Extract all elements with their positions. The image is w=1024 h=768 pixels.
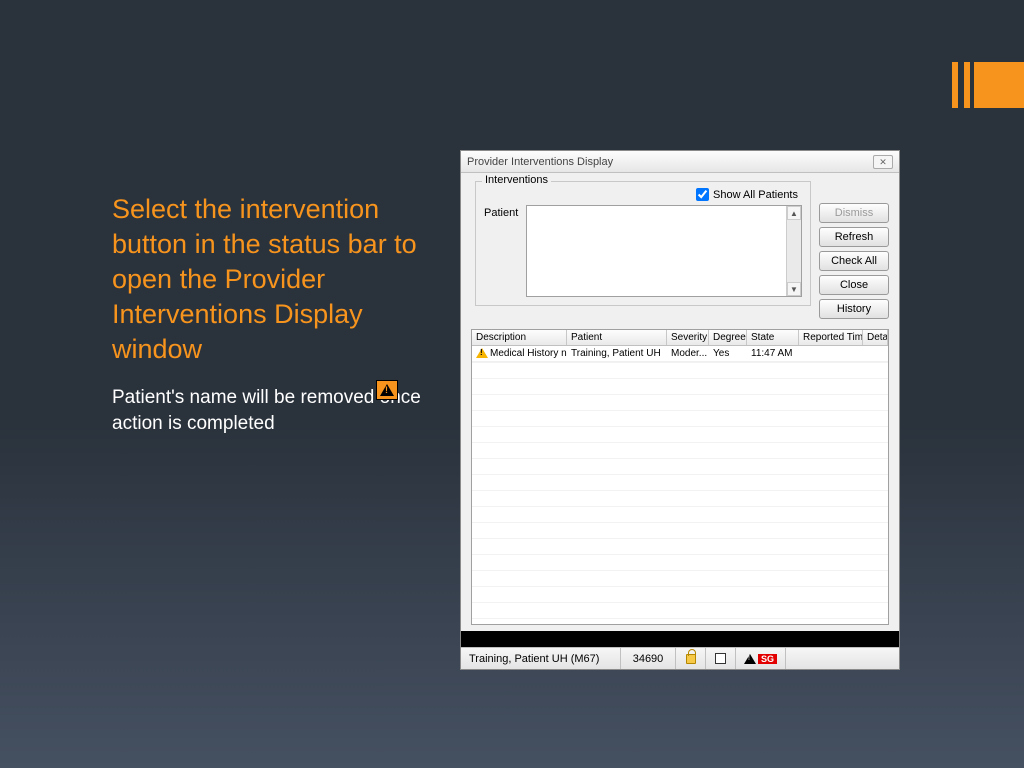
col-state[interactable]: State: [747, 330, 799, 345]
status-intervention[interactable]: SG: [736, 648, 786, 669]
alert-icon: [744, 654, 756, 664]
col-reported-time[interactable]: Reported Time: [799, 330, 863, 345]
col-severity[interactable]: Severity: [667, 330, 709, 345]
cell-severity: Moder...: [667, 346, 709, 361]
dismiss-button[interactable]: Dismiss: [819, 203, 889, 223]
button-column: Dismiss Refresh Check All Close History: [819, 181, 889, 319]
show-all-patients-label: Show All Patients: [713, 189, 798, 201]
table-row[interactable]: Medical History nee... Training, Patient…: [472, 346, 888, 362]
grid-header: Description Patient Severity Degree Stat…: [472, 330, 888, 346]
check-all-button[interactable]: Check All: [819, 251, 889, 271]
cell-patient: Training, Patient UH: [567, 346, 667, 361]
status-bar: Training, Patient UH (M67) 34690 SG: [461, 647, 899, 669]
scrollbar[interactable]: ▲ ▼: [786, 206, 801, 296]
show-all-patients-checkbox[interactable]: [696, 188, 709, 201]
col-degree[interactable]: Degree: [709, 330, 747, 345]
col-description[interactable]: Description: [472, 330, 567, 345]
status-lock: [676, 648, 706, 669]
refresh-button[interactable]: Refresh: [819, 227, 889, 247]
intervention-button-icon: [376, 380, 398, 400]
patient-label: Patient: [484, 205, 518, 219]
scroll-up-icon[interactable]: ▲: [787, 206, 801, 220]
cell-degree: Yes: [709, 346, 747, 361]
grid-body: Medical History nee... Training, Patient…: [472, 346, 888, 624]
col-details[interactable]: Details: [863, 330, 888, 345]
status-divider: [461, 631, 899, 647]
status-checkbox-cell: [706, 648, 736, 669]
interventions-fieldset: Interventions Show All Patients Patient …: [475, 181, 811, 306]
close-icon[interactable]: ✕: [873, 155, 893, 169]
warning-icon: [476, 348, 488, 359]
cell-description: Medical History nee...: [490, 348, 567, 359]
sg-badge: SG: [758, 654, 777, 664]
close-button[interactable]: Close: [819, 275, 889, 295]
cell-reported-time: [799, 346, 863, 361]
cell-state: 11:47 AM: [747, 346, 799, 361]
provider-interventions-dialog: Provider Interventions Display ✕ Interve…: [460, 150, 900, 670]
checkbox-icon[interactable]: [715, 653, 726, 664]
slide-heading: Select the intervention button in the st…: [112, 192, 432, 367]
lock-icon: [686, 654, 696, 664]
dialog-title: Provider Interventions Display: [467, 156, 613, 168]
col-patient[interactable]: Patient: [567, 330, 667, 345]
history-button[interactable]: History: [819, 299, 889, 319]
patient-listbox[interactable]: ▲ ▼: [526, 205, 802, 297]
scroll-down-icon[interactable]: ▼: [787, 282, 801, 296]
interventions-grid: Description Patient Severity Degree Stat…: [471, 329, 889, 625]
dialog-titlebar: Provider Interventions Display ✕: [461, 151, 899, 173]
slide-text: Select the intervention button in the st…: [112, 192, 432, 437]
status-number: 34690: [621, 648, 676, 669]
cell-details: [863, 346, 888, 361]
status-patient: Training, Patient UH (M67): [461, 648, 621, 669]
fieldset-legend: Interventions: [482, 174, 551, 186]
slide-accent: [952, 62, 1024, 108]
